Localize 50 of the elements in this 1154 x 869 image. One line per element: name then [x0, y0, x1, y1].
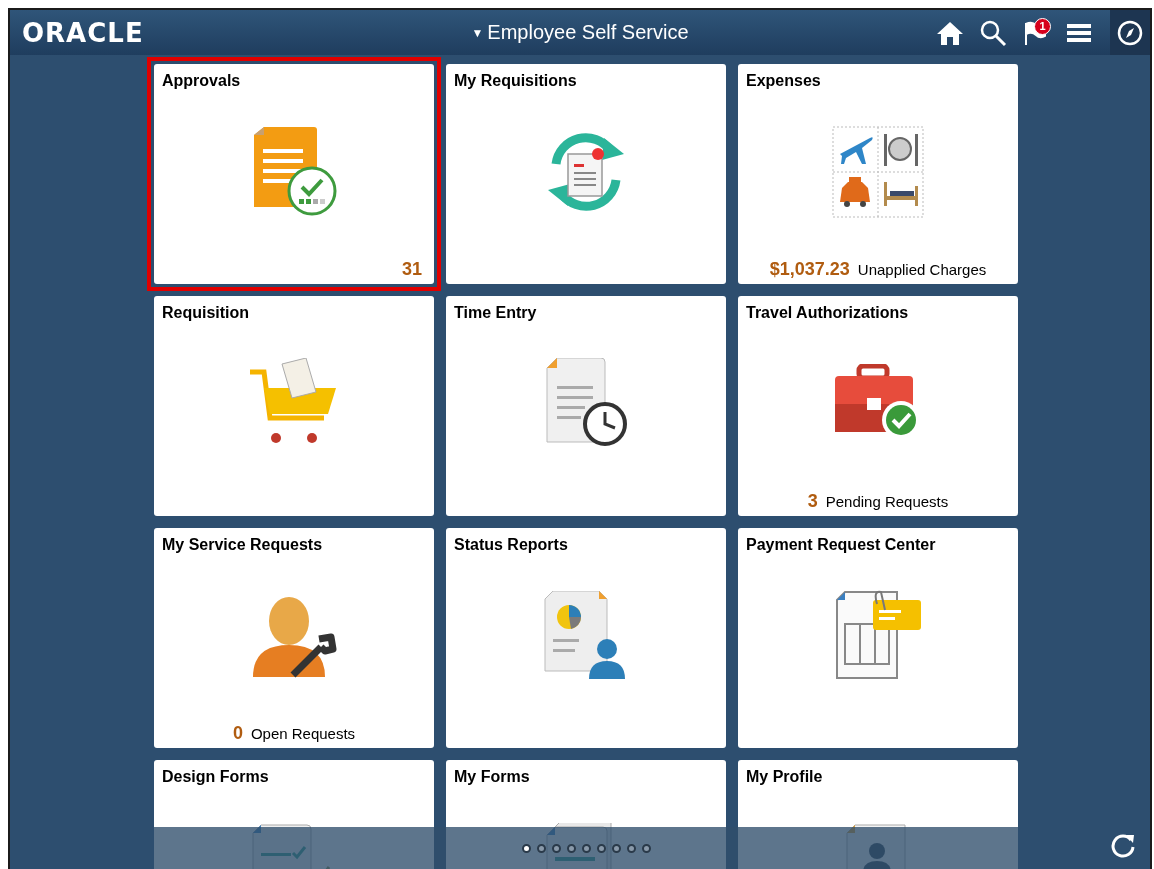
home-icon [936, 19, 964, 46]
navbar-button[interactable] [1110, 10, 1150, 55]
tile-count: 0 [232, 722, 243, 744]
tile-title: My Profile [746, 768, 824, 786]
tile-title: My Requisitions [454, 72, 578, 90]
document-card-icon [833, 590, 923, 682]
page-dot[interactable] [596, 843, 606, 853]
tile-count: $1,037.23 [769, 258, 850, 280]
tile-count-label: Pending Requests [825, 492, 949, 510]
page-dot[interactable] [611, 843, 621, 853]
tile-count-label: Unapplied Charges [857, 260, 987, 278]
tile-title: Time Entry [454, 304, 538, 322]
page-dot[interactable] [566, 843, 576, 853]
page-dot[interactable] [521, 843, 531, 853]
app-tile[interactable]: Approvals 31 [154, 64, 434, 284]
tile-title: My Service Requests [162, 536, 324, 554]
tile-title: Status Reports [454, 536, 569, 554]
app-tile[interactable]: Status Reports [446, 528, 726, 748]
app-tile[interactable]: My Requisitions [446, 64, 726, 284]
tile-title: Design Forms [162, 768, 270, 786]
refresh-button[interactable] [1110, 832, 1136, 861]
page-dot[interactable] [581, 843, 591, 853]
tile-title: Requisition [162, 304, 251, 322]
notification-badge: 1 [1034, 17, 1051, 35]
page-title-menu[interactable]: ▼ Employee Self Service [471, 21, 689, 44]
page-dot[interactable] [551, 843, 561, 853]
tile-count-label: Open Requests [250, 724, 356, 742]
app-tile[interactable]: Time Entry [446, 296, 726, 516]
compass-icon [1117, 19, 1143, 46]
menu-icon [1067, 21, 1091, 44]
app-tile[interactable]: Travel Authorizations 3 Pending Requests [738, 296, 1018, 516]
app-tile[interactable]: Requisition [154, 296, 434, 516]
tile-count: 31 [401, 258, 422, 280]
travel-expenses-icon [832, 126, 924, 218]
page-dot[interactable] [536, 843, 546, 853]
app-tile[interactable]: Expenses $1,037.23 Unapplied Charges [738, 64, 1018, 284]
tile-title: Expenses [746, 72, 822, 90]
page-dot[interactable] [641, 843, 651, 853]
tile-title: Approvals [162, 72, 242, 90]
page-dot[interactable] [626, 843, 636, 853]
tile-title: Payment Request Center [746, 536, 937, 554]
app-tile[interactable]: Payment Request Center [738, 528, 1018, 748]
app-tile[interactable]: My Service Requests 0 Open Requests [154, 528, 434, 748]
tile-count: 3 [807, 490, 818, 512]
search-icon [979, 18, 1007, 47]
tile-title: Travel Authorizations [746, 304, 910, 322]
flag-button[interactable]: 1 [1019, 15, 1053, 50]
refresh-icon [1110, 832, 1136, 858]
tile-title: My Forms [454, 768, 531, 786]
oracle-logo: ORACLE [22, 17, 144, 48]
